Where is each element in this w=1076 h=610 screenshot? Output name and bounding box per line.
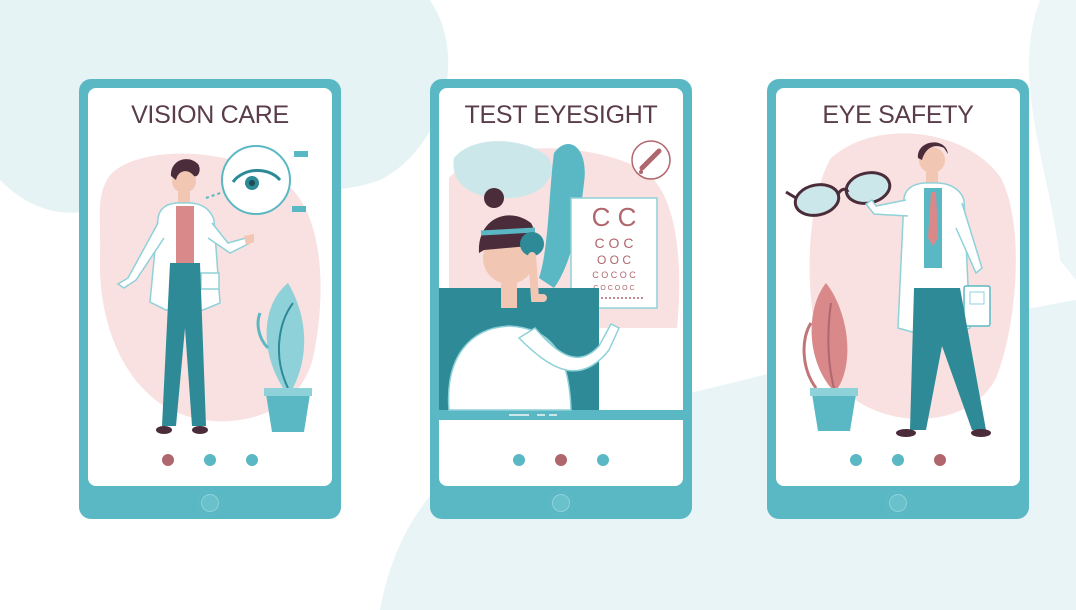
plant-pot xyxy=(266,394,310,432)
svg-text:C O C O C: C O C O C xyxy=(592,270,636,280)
home-button[interactable] xyxy=(886,491,910,515)
page-dot-2[interactable] xyxy=(555,454,567,466)
blue-blob xyxy=(453,141,552,199)
screen-title: TEST EYESIGHT xyxy=(464,101,658,129)
screen-title: EYE SAFETY xyxy=(822,101,974,129)
svg-text:O O C: O O C xyxy=(597,253,631,267)
eye-safety-illustration xyxy=(785,133,1016,437)
page-indicator xyxy=(776,454,1020,466)
vision-care-illustration xyxy=(99,145,321,434)
background-blob-right xyxy=(1029,0,1076,280)
page-indicator xyxy=(88,454,332,466)
page-dot-1[interactable] xyxy=(513,454,525,466)
illustration-stage: VISION CARE C C C O C O O C C O C O C C … xyxy=(0,0,1076,610)
phone-screen: VISION CARE xyxy=(88,88,332,486)
svg-text:C C: C C xyxy=(592,202,637,232)
phone-screen: EYE SAFETY xyxy=(776,88,1020,486)
svg-text:C O C: C O C xyxy=(595,235,634,251)
phone-vision-care: VISION CARE xyxy=(79,79,341,519)
phone-eye-safety: EYE SAFETY xyxy=(767,79,1029,519)
page-dot-2[interactable] xyxy=(892,454,904,466)
page-indicator xyxy=(439,454,683,466)
phone-test-eyesight: C C C O C O O C C O C O C C O C O O C TE… xyxy=(430,79,692,519)
home-button[interactable] xyxy=(549,491,573,515)
plant-pot xyxy=(812,394,856,431)
page-dot-1[interactable] xyxy=(162,454,174,466)
test-eyesight-illustration: C C C O C O O C C O C O C C O C O O C xyxy=(439,140,683,420)
page-dot-1[interactable] xyxy=(850,454,862,466)
page-dot-3[interactable] xyxy=(934,454,946,466)
page-dot-3[interactable] xyxy=(597,454,609,466)
page-dot-2[interactable] xyxy=(204,454,216,466)
page-dot-3[interactable] xyxy=(246,454,258,466)
phone-screen: C C C O C O O C C O C O C C O C O O C TE… xyxy=(439,88,683,486)
screen-title: VISION CARE xyxy=(131,101,289,129)
home-button[interactable] xyxy=(198,491,222,515)
svg-text:C O C O O C: C O C O O C xyxy=(593,285,634,292)
